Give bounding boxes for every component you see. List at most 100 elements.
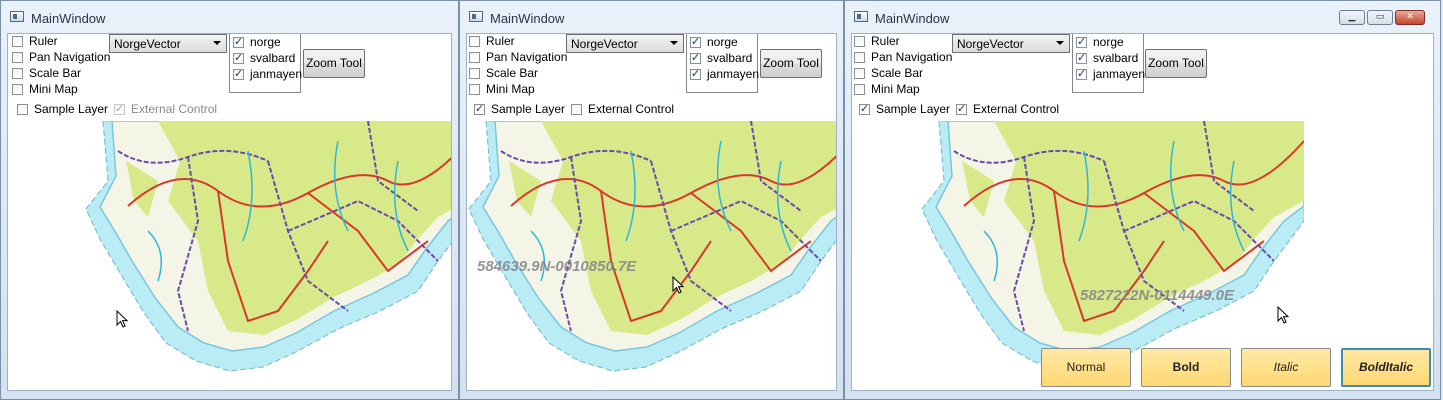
pan-navigation-label: Pan Navigation	[29, 50, 111, 64]
window-title: MainWindow	[490, 11, 565, 26]
map-select-dropdown[interactable]: NorgeVector	[566, 34, 684, 53]
ruler-label: Ruler	[486, 34, 515, 48]
scale-bar-checkbox[interactable]: Scale Bar	[12, 65, 81, 81]
layer-label: svalbard	[250, 51, 296, 65]
scale-bar-checkbox[interactable]: Scale Bar	[469, 65, 538, 81]
ruler-label: Ruler	[29, 34, 58, 48]
scale-bar-label: Scale Bar	[486, 66, 539, 80]
pan-navigation-label: Pan Navigation	[486, 50, 568, 64]
mini-map-checkbox[interactable]: Mini Map	[854, 81, 920, 97]
close-icon[interactable]: ✕	[1395, 10, 1425, 25]
window-client: Ruler Pan Navigation Scale Bar Mini Map …	[7, 33, 452, 391]
pan-navigation-checkbox[interactable]: Pan Navigation	[12, 49, 110, 65]
layer-label: norge	[707, 35, 738, 49]
layer-svalbard-checkbox[interactable]: svalbard	[233, 50, 295, 66]
sample-layer-checkbox[interactable]: Sample Layer	[17, 101, 108, 117]
zoom-tool-button[interactable]: Zoom Tool	[760, 49, 822, 78]
layer-janmayen-checkbox[interactable]: janmayen	[1076, 66, 1145, 82]
layer-label: janmayen	[250, 67, 303, 81]
ruler-checkbox[interactable]: Ruler	[12, 34, 58, 49]
ruler-label: Ruler	[871, 34, 900, 48]
sample-layer-label: Sample Layer	[34, 102, 109, 116]
main-window-3: MainWindow ▁ ▭ ✕ Ruler Pan Navigation Sc…	[844, 0, 1441, 400]
mouse-cursor-icon	[1277, 306, 1289, 324]
window-title: MainWindow	[875, 11, 950, 26]
sample-layer-label: Sample Layer	[876, 102, 951, 116]
mouse-cursor-icon	[116, 310, 128, 328]
sample-layer-label: Sample Layer	[491, 102, 566, 116]
chevron-down-icon	[1056, 41, 1064, 45]
external-control-checkbox[interactable]: External Control	[571, 101, 674, 117]
layer-label: janmayen	[707, 67, 760, 81]
map-select-value: NorgeVector	[114, 37, 181, 51]
pan-navigation-checkbox[interactable]: Pan Navigation	[854, 49, 952, 65]
mouse-cursor-icon	[672, 276, 684, 294]
pan-navigation-label: Pan Navigation	[871, 50, 953, 64]
sample-layer-checkbox[interactable]: Sample Layer	[474, 101, 565, 117]
coordinate-readout: 5827222N-0114449.0E	[1080, 287, 1235, 304]
title-bar[interactable]: MainWindow	[1, 1, 458, 33]
layer-janmayen-checkbox[interactable]: janmayen	[690, 66, 759, 82]
external-control-checkbox[interactable]: External Control	[956, 101, 1059, 117]
mini-map-checkbox[interactable]: Mini Map	[469, 81, 535, 97]
layer-janmayen-checkbox[interactable]: janmayen	[233, 66, 302, 82]
title-bar[interactable]: MainWindow ▁ ▭ ✕	[845, 1, 1440, 33]
layer-svalbard-checkbox[interactable]: svalbard	[690, 50, 752, 66]
layers-listbox: norge svalbard janmayen	[686, 34, 759, 93]
map-select-dropdown[interactable]: NorgeVector	[109, 34, 227, 53]
layer-label: svalbard	[1093, 51, 1139, 65]
norway-map	[85, 121, 451, 372]
app-window-icon	[854, 11, 868, 22]
mini-map-checkbox[interactable]: Mini Map	[12, 81, 78, 97]
map-select-dropdown[interactable]: NorgeVector	[952, 34, 1070, 53]
map-select-value: NorgeVector	[571, 37, 638, 51]
layer-norge-checkbox[interactable]: norge	[1076, 34, 1124, 50]
layers-listbox: norge svalbard janmayen	[229, 34, 302, 93]
app-window-icon	[10, 11, 24, 22]
scale-bar-label: Scale Bar	[871, 66, 924, 80]
ruler-checkbox[interactable]: Ruler	[854, 34, 900, 49]
title-bar[interactable]: MainWindow	[460, 1, 843, 33]
map-view[interactable]	[8, 121, 451, 390]
minimize-icon[interactable]: ▁	[1339, 10, 1365, 25]
zoom-tool-button[interactable]: Zoom Tool	[303, 49, 365, 78]
font-bold-button[interactable]: Bold	[1141, 348, 1231, 387]
mini-map-label: Mini Map	[29, 82, 78, 96]
map-select-value: NorgeVector	[957, 37, 1024, 51]
coordinate-readout: 584639.9N-0010850.7E	[477, 258, 637, 275]
window-client: Ruler Pan Navigation Scale Bar Mini Map …	[466, 33, 837, 391]
scale-bar-label: Scale Bar	[29, 66, 82, 80]
external-control-label: External Control	[131, 102, 218, 116]
norway-map	[468, 121, 836, 372]
map-view[interactable]	[467, 121, 836, 390]
layer-svalbard-checkbox[interactable]: svalbard	[1076, 50, 1138, 66]
font-bolditalic-button[interactable]: BoldItalic	[1341, 348, 1431, 387]
chevron-down-icon	[213, 41, 221, 45]
external-control-label: External Control	[588, 102, 675, 116]
layer-label: svalbard	[707, 51, 753, 65]
font-italic-button[interactable]: Italic	[1241, 348, 1331, 387]
layers-listbox: norge svalbard janmayen	[1072, 34, 1145, 93]
zoom-tool-button[interactable]: Zoom Tool	[1145, 49, 1207, 78]
layer-norge-checkbox[interactable]: norge	[690, 34, 738, 50]
window-title: MainWindow	[31, 11, 106, 26]
mini-map-label: Mini Map	[871, 82, 920, 96]
layer-label: norge	[1093, 35, 1124, 49]
ruler-checkbox[interactable]: Ruler	[469, 34, 515, 49]
main-window-1: MainWindow Ruler Pan Navigation Scale Ba…	[0, 0, 459, 400]
layer-label: norge	[250, 35, 281, 49]
sample-layer-checkbox[interactable]: Sample Layer	[859, 101, 950, 117]
app-window-icon	[469, 11, 483, 22]
window-client: Ruler Pan Navigation Scale Bar Mini Map …	[851, 33, 1434, 391]
layer-norge-checkbox[interactable]: norge	[233, 34, 281, 50]
main-window-2: MainWindow Ruler Pan Navigation Scale Ba…	[459, 0, 844, 400]
maximize-icon[interactable]: ▭	[1367, 10, 1393, 25]
external-control-checkbox[interactable]: External Control	[114, 101, 217, 117]
font-normal-button[interactable]: Normal	[1041, 348, 1131, 387]
external-control-label: External Control	[973, 102, 1060, 116]
layer-label: janmayen	[1093, 67, 1146, 81]
chevron-down-icon	[670, 41, 678, 45]
mini-map-label: Mini Map	[486, 82, 535, 96]
scale-bar-checkbox[interactable]: Scale Bar	[854, 65, 923, 81]
pan-navigation-checkbox[interactable]: Pan Navigation	[469, 49, 567, 65]
